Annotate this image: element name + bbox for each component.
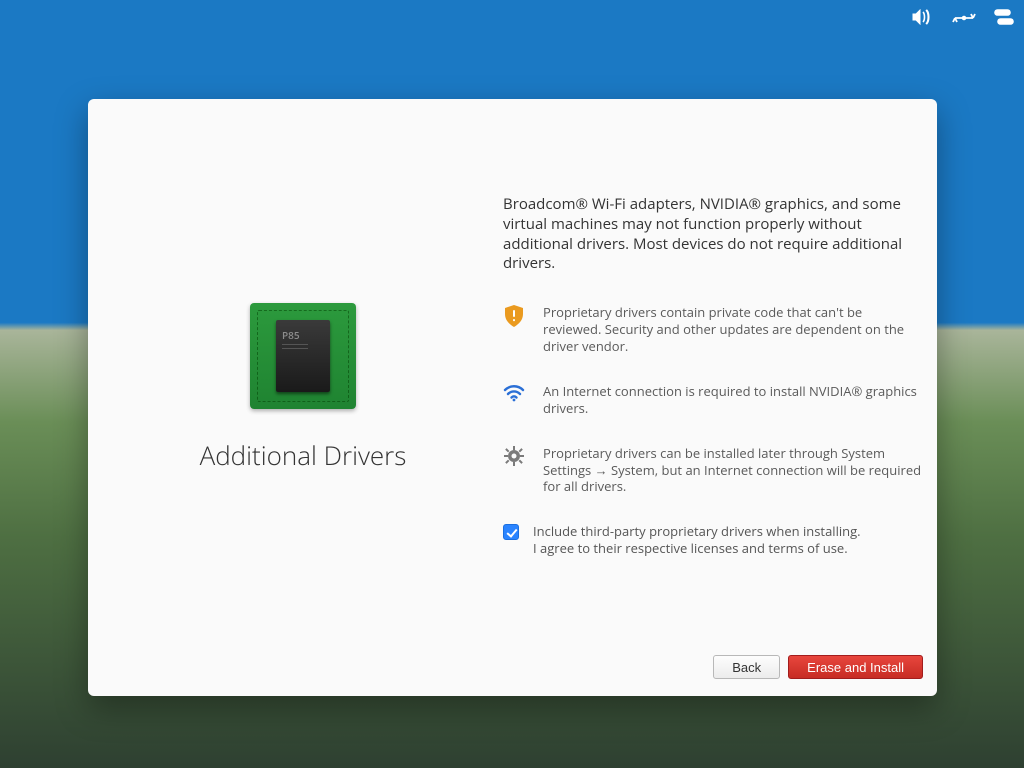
note-internet: An Internet connection is required to in… — [503, 383, 922, 417]
network-icon[interactable] — [952, 8, 976, 30]
right-panel: Broadcom® Wi-Fi adapters, NVIDIA® graphi… — [503, 139, 922, 628]
installer-window: Additional Drivers Broadcom® Wi-Fi adapt… — [88, 99, 937, 696]
page-title: Additional Drivers — [200, 437, 407, 473]
driver-chip-icon — [250, 303, 356, 409]
gear-icon — [503, 445, 525, 496]
note-proprietary: Proprietary drivers contain private code… — [503, 304, 922, 355]
system-tray — [912, 8, 1014, 30]
sound-icon[interactable] — [912, 8, 934, 30]
left-panel: Additional Drivers — [103, 139, 503, 628]
erase-install-button[interactable]: Erase and Install — [788, 655, 923, 679]
back-button[interactable]: Back — [713, 655, 780, 679]
power-icon[interactable] — [994, 8, 1014, 30]
intro-text: Broadcom® Wi-Fi adapters, NVIDIA® graphi… — [503, 195, 922, 274]
shield-warning-icon — [503, 304, 525, 355]
footer-buttons: Back Erase and Install — [88, 638, 937, 696]
note-text: An Internet connection is required to in… — [543, 383, 922, 417]
include-drivers-checkbox[interactable] — [503, 524, 519, 540]
note-text: Proprietary drivers can be installed lat… — [543, 445, 922, 496]
checkbox-label: Include third-party proprietary drivers … — [533, 523, 861, 557]
wifi-icon — [503, 383, 525, 417]
include-drivers-row[interactable]: Include third-party proprietary drivers … — [503, 523, 922, 557]
note-settings: Proprietary drivers can be installed lat… — [503, 445, 922, 496]
note-text: Proprietary drivers contain private code… — [543, 304, 922, 355]
